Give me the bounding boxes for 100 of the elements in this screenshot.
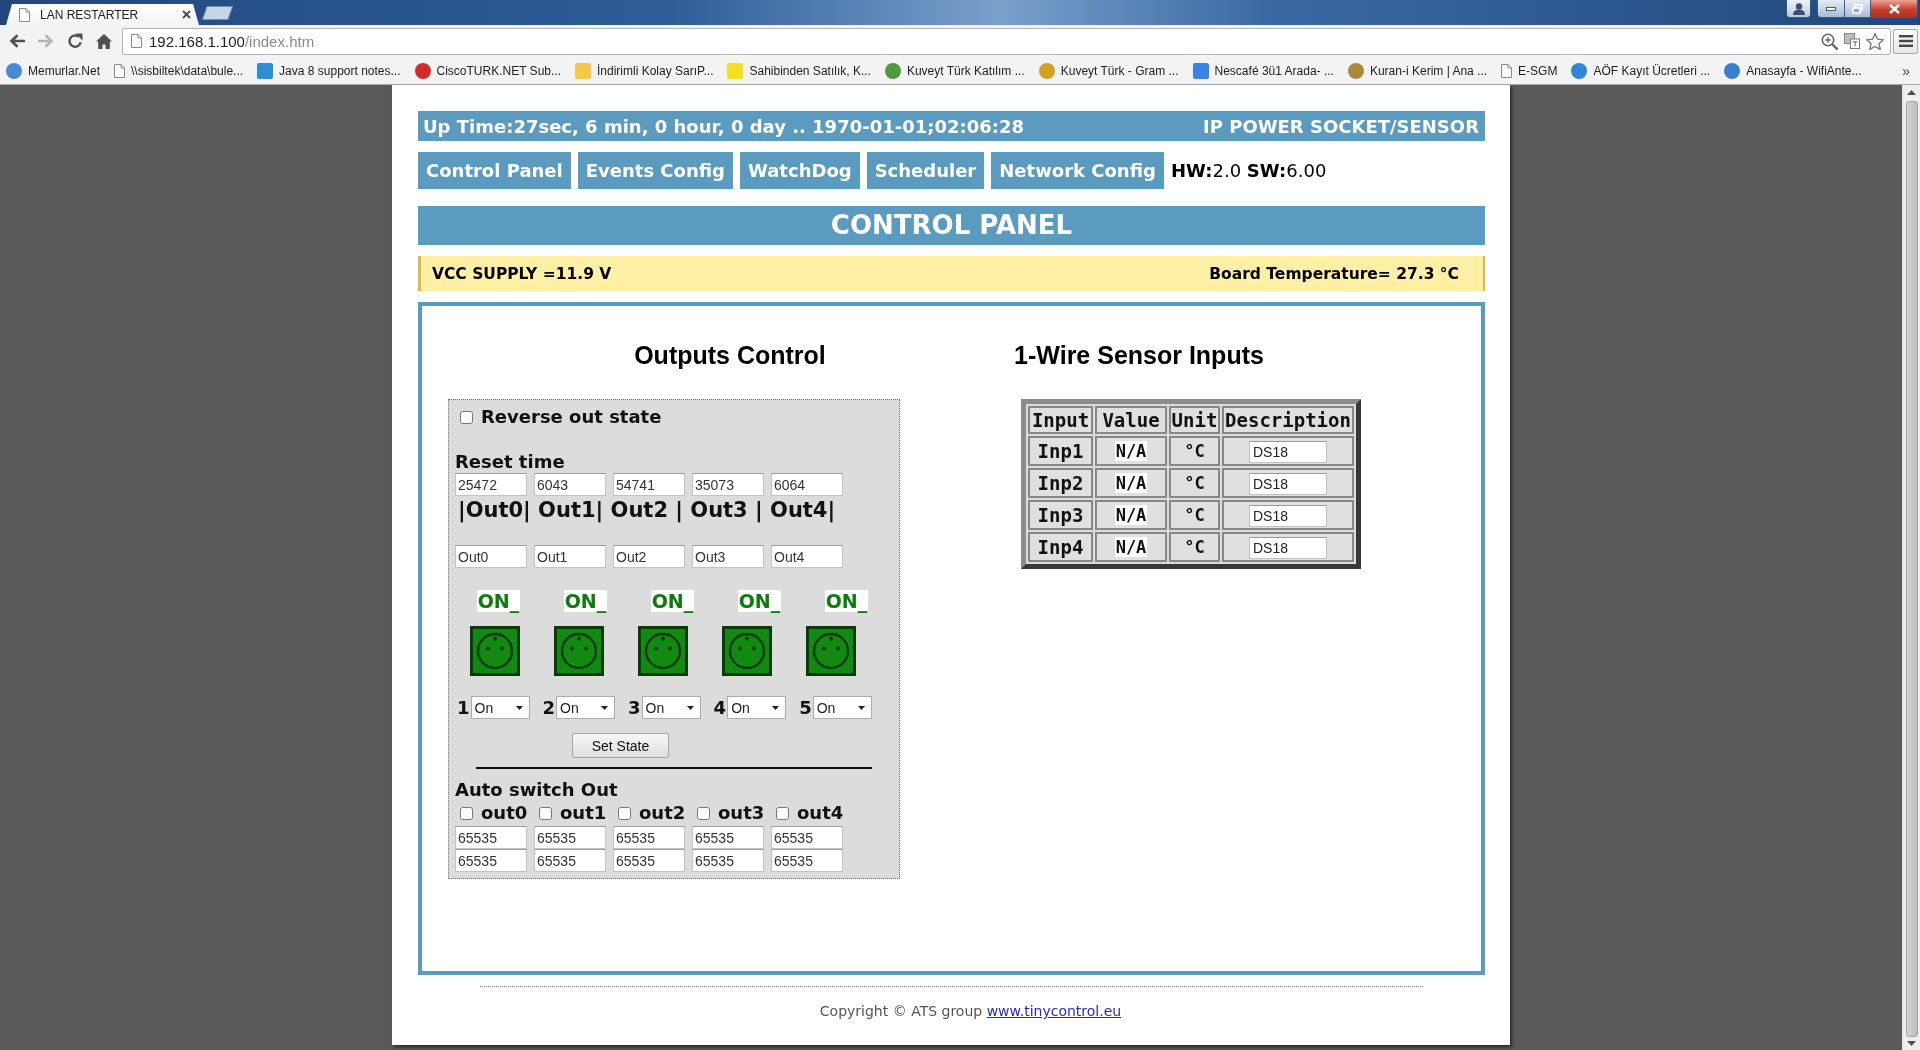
checkbox-label: out1	[560, 803, 607, 823]
output-status: ON_	[824, 590, 869, 612]
bookmarks-overflow-button[interactable]: »	[1902, 62, 1910, 79]
column-header: Description	[1222, 406, 1354, 434]
auto-switch-field[interactable]: 65535	[534, 849, 606, 872]
bookmark-link[interactable]: Java 8 support notes...	[257, 62, 401, 79]
description-field[interactable]: DS18	[1249, 472, 1327, 495]
new-tab-button[interactable]	[202, 6, 233, 20]
state-select[interactable]: On	[470, 696, 530, 719]
person-icon	[1792, 2, 1805, 15]
table-cell: Inp4	[1028, 532, 1093, 562]
auto-switch-field[interactable]: 65535	[455, 826, 527, 849]
page-icon	[131, 34, 142, 48]
bookmark-link[interactable]: Sahibinden Satılık, K...	[727, 62, 871, 79]
description-field[interactable]: DS18	[1249, 504, 1327, 527]
output-status: ON_	[563, 590, 608, 612]
home-icon[interactable]	[96, 33, 112, 49]
close-window-button[interactable]	[1871, 0, 1918, 18]
auto-switch-field[interactable]: 65535	[692, 826, 764, 849]
output-status: ON_	[737, 590, 782, 612]
scrollbar-thumb[interactable]	[1905, 101, 1918, 1037]
translate-icon[interactable]	[1844, 33, 1860, 49]
caret-icon	[515, 705, 523, 710]
reset-time-field[interactable]: 54741	[613, 473, 685, 496]
section-heading: Outputs Control	[634, 341, 826, 370]
bookmark-link[interactable]: AÖF Kayıt Ücretleri ...	[1571, 62, 1711, 79]
auto-switch-field[interactable]: 65535	[534, 826, 606, 849]
zoom-icon[interactable]	[1821, 32, 1838, 50]
website-link[interactable]: www.tinycontrol.eu	[986, 1003, 1122, 1019]
star-icon[interactable]	[1866, 32, 1884, 50]
auto-switch-field[interactable]: 65535	[692, 849, 764, 872]
supply-voltage: VCC SUPPLY =11.9 V	[432, 264, 612, 283]
table-cell: °C	[1169, 436, 1220, 466]
reset-time-field[interactable]: 35073	[692, 473, 764, 496]
auto-switch-field[interactable]: 65535	[771, 849, 843, 872]
restore-button[interactable]	[1845, 0, 1871, 18]
checkbox[interactable]	[776, 806, 789, 820]
column-header: Value	[1095, 406, 1167, 434]
reload-icon[interactable]	[67, 33, 83, 49]
output-name-field[interactable]: Out0	[455, 545, 527, 568]
checkbox[interactable]	[460, 806, 473, 820]
checkbox[interactable]	[618, 806, 631, 820]
output-name-field[interactable]: Out4	[771, 545, 843, 568]
copyright-text: Copyright © ATS group www.tinycontrol.eu	[818, 1002, 1123, 1021]
scroll-up-icon[interactable]	[1907, 90, 1916, 95]
minimize-button[interactable]	[1817, 0, 1845, 18]
close-icon[interactable]	[182, 10, 191, 19]
auto-switch-field[interactable]: 65535	[455, 849, 527, 872]
uptime-text: Up Time:27sec, 6 min, 0 hour, 0 day .. 1970-01-01;02:06:28	[423, 115, 1024, 137]
state-select[interactable]: On	[641, 696, 701, 719]
bookmark-link[interactable]: Kuveyt Türk - Gram ...	[1038, 62, 1179, 79]
scroll-down-icon[interactable]	[1907, 1041, 1916, 1046]
page-icon	[1501, 63, 1513, 78]
output-number: 1	[457, 696, 470, 719]
checkbox-label: out3	[718, 803, 765, 823]
output-name-field[interactable]: Out1	[534, 545, 606, 568]
address-field[interactable]: 192.168.1.100/index.htm	[122, 27, 1891, 55]
description-field[interactable]: DS18	[1249, 440, 1327, 463]
auto-switch-field[interactable]: 65535	[613, 826, 685, 849]
bookmark-link[interactable]: Nescafé 3ü1 Arada- ...	[1192, 62, 1334, 79]
profile-button[interactable]	[1786, 0, 1811, 18]
caret-icon	[772, 705, 780, 710]
caret-icon	[601, 705, 609, 710]
column-header: Unit	[1169, 406, 1220, 434]
scrollbar-track[interactable]	[1902, 85, 1920, 1050]
bookmark-link[interactable]: Kuveyt Türk Katılım ...	[884, 62, 1025, 79]
browser-tab[interactable]: LAN RESTARTER	[6, 4, 199, 25]
reset-time-field[interactable]: 6043	[534, 473, 606, 496]
bookmark-link[interactable]: Memurlar.Net	[6, 62, 101, 79]
output-name-field[interactable]: Out2	[613, 545, 685, 568]
bookmark-link[interactable]: Kuran-i Kerim | Ana ...	[1347, 62, 1488, 79]
restore-icon	[1852, 3, 1863, 14]
checkbox[interactable]	[539, 806, 552, 820]
bookmark-link[interactable]: E-SGM	[1501, 63, 1558, 78]
column-header: Input	[1028, 406, 1093, 434]
output-status: ON_	[650, 590, 695, 612]
auto-switch-field[interactable]: 65535	[613, 849, 685, 872]
state-select[interactable]: On	[812, 696, 872, 719]
output-name-field[interactable]: Out3	[692, 545, 764, 568]
bookmark-link[interactable]: CiscoTURK.NET Sub...	[414, 62, 561, 79]
reset-time-field[interactable]: 6064	[771, 473, 843, 496]
board-temperature: Board Temperature= 27.3 °C	[1209, 264, 1459, 283]
page-icon	[114, 63, 126, 78]
description-field[interactable]: DS18	[1249, 536, 1327, 559]
bookmark-link[interactable]: \\sisbiltek\data\bule...	[114, 63, 244, 78]
table-cell: °C	[1169, 500, 1220, 530]
caret-icon	[686, 705, 694, 710]
bookmark-link[interactable]: Anasayfa - WifiAnte...	[1724, 62, 1862, 79]
bookmark-link[interactable]: İndirimli Kolay SarıP...	[575, 62, 714, 79]
checkbox[interactable]	[460, 410, 473, 424]
set-state-button[interactable]: Set State	[572, 733, 669, 758]
back-icon[interactable]	[9, 34, 25, 48]
reset-time-field[interactable]: 25472	[455, 473, 527, 496]
checkbox[interactable]	[697, 806, 710, 820]
caret-icon	[857, 705, 865, 710]
menu-button[interactable]	[1893, 28, 1918, 54]
auto-switch-field[interactable]: 65535	[771, 826, 843, 849]
close-icon	[1888, 3, 1900, 14]
state-select[interactable]: On	[556, 696, 616, 719]
state-select[interactable]: On	[727, 696, 787, 719]
